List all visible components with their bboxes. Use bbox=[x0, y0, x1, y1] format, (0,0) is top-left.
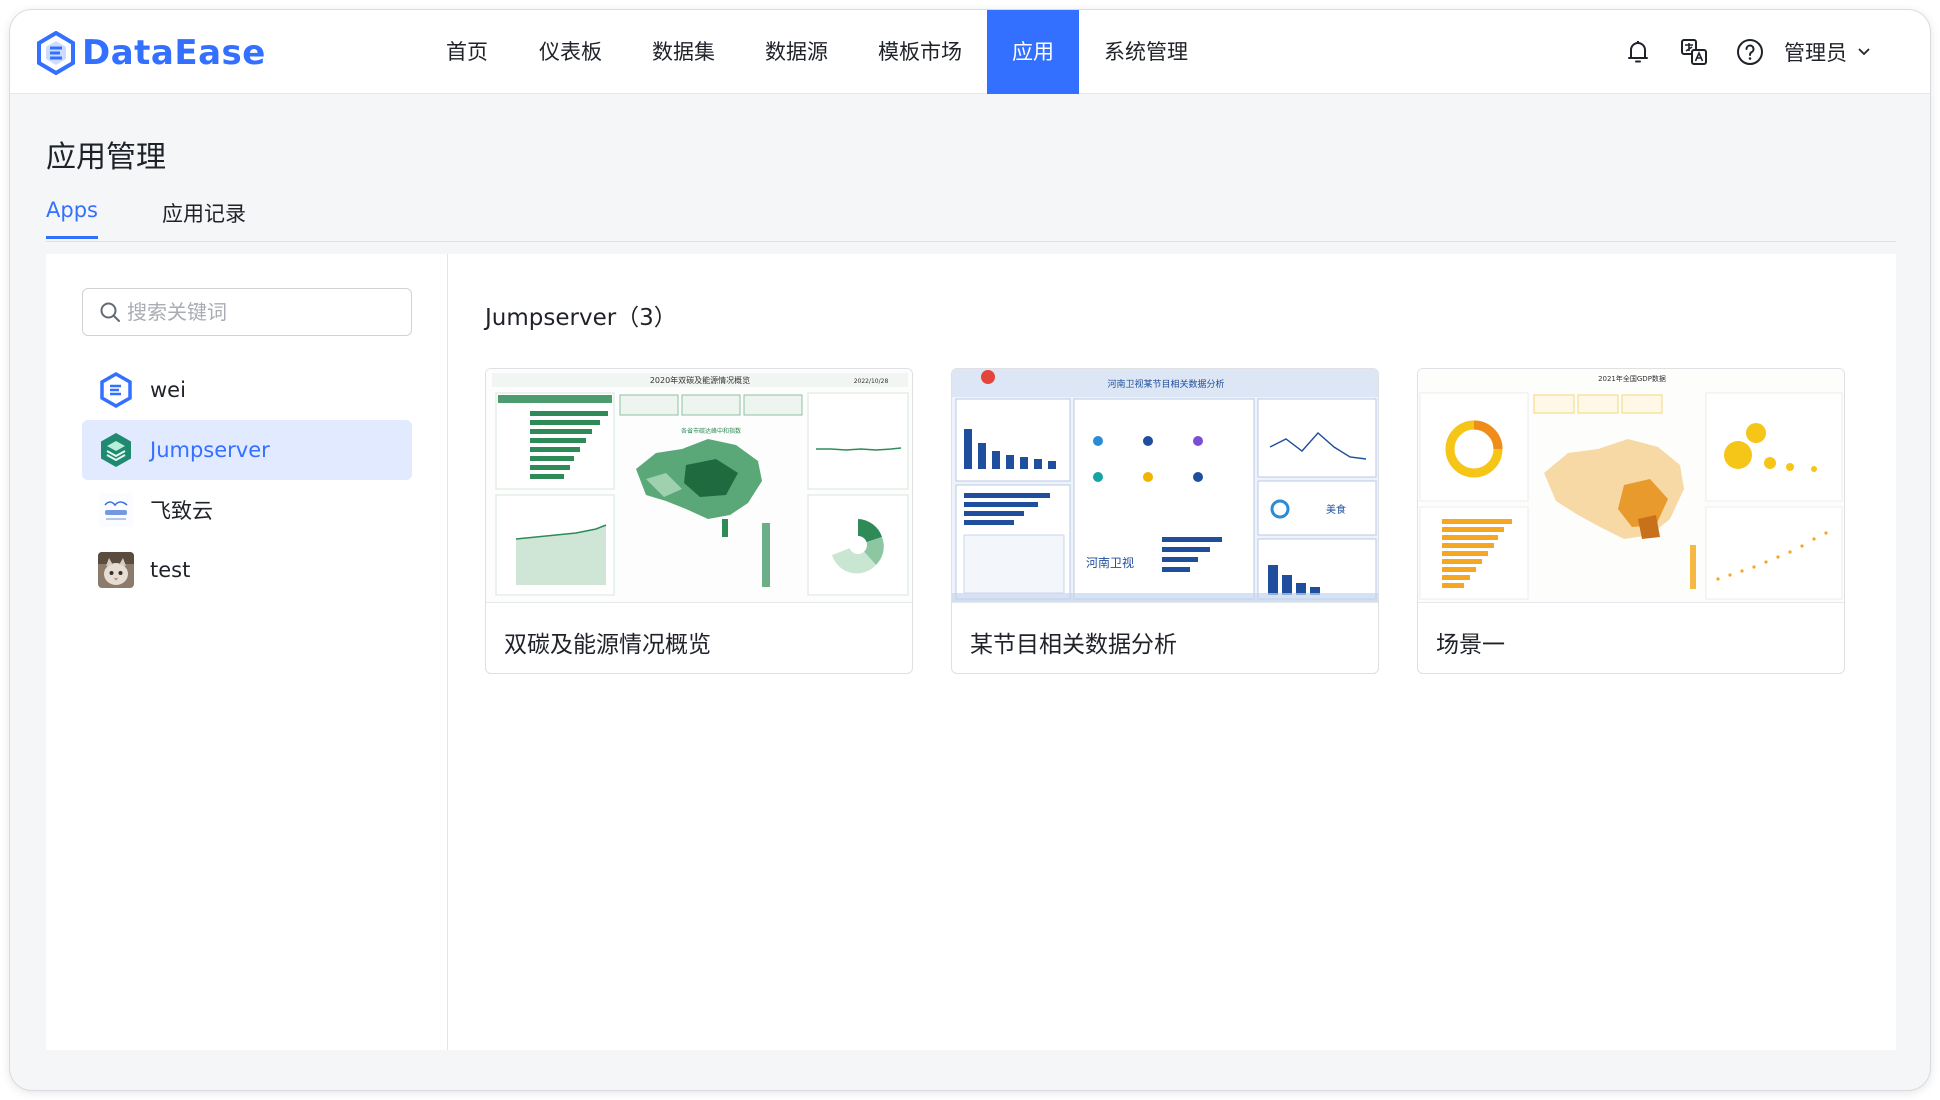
card-title: 场景一 bbox=[1436, 632, 1505, 658]
cat-photo-avatar bbox=[98, 552, 134, 588]
app-item-label: test bbox=[150, 558, 191, 582]
nav-dashboard[interactable]: 仪表板 bbox=[514, 10, 627, 94]
page-title: 应用管理 bbox=[46, 140, 166, 175]
card-title: 某节目相关数据分析 bbox=[970, 632, 1177, 658]
thumb-title: 2020年双碳及能源情况概览 bbox=[650, 375, 750, 385]
thumb-logo: 河南卫视 bbox=[1086, 555, 1134, 570]
tab-apps[interactable]: Apps bbox=[46, 198, 98, 239]
app-window: DataEase 首页 仪表板 数据集 数据源 模板市场 应用 系统管理 管理员 bbox=[10, 10, 1930, 1090]
header-tools: 管理员 bbox=[1610, 10, 1871, 94]
app-item-fit2cloud[interactable]: 飞致云 bbox=[82, 480, 412, 540]
nav-datasource[interactable]: 数据源 bbox=[740, 10, 853, 94]
top-navbar: DataEase 首页 仪表板 数据集 数据源 模板市场 应用 系统管理 管理员 bbox=[10, 10, 1930, 94]
card-title: 双碳及能源情况概览 bbox=[504, 632, 711, 658]
app-item-jumpserver[interactable]: Jumpserver bbox=[82, 420, 412, 480]
dataease-logo-icon bbox=[98, 372, 134, 408]
app-item-wei[interactable]: wei bbox=[82, 360, 412, 420]
group-title: Jumpserver（3） bbox=[485, 305, 677, 331]
bell-icon[interactable] bbox=[1610, 24, 1666, 80]
search-input[interactable] bbox=[127, 300, 387, 324]
template-cards: 2020年双碳及能源情况概览 2022/10/28 各省市碳达峰中和指数 双碳及… bbox=[485, 368, 1865, 688]
template-card[interactable]: 2021年全国GDP数据 场景一 bbox=[1417, 368, 1845, 674]
brand-logo[interactable]: DataEase bbox=[36, 28, 266, 78]
dataease-logo-icon bbox=[37, 31, 75, 75]
template-card[interactable]: 河南卫视某节目相关数据分析 河南卫视 美食 某节目相关数据分析 bbox=[951, 368, 1379, 674]
nav-system-management[interactable]: 系统管理 bbox=[1079, 10, 1213, 94]
thumb-title: 2021年全国GDP数据 bbox=[1598, 374, 1666, 383]
tab-app-records[interactable]: 应用记录 bbox=[162, 198, 246, 242]
app-templates-area: Jumpserver（3） 2020年双碳及能源情况概览 2022/10/28 bbox=[449, 254, 1896, 1050]
user-name: 管理员 bbox=[1784, 41, 1847, 65]
user-menu[interactable]: 管理员 bbox=[1784, 37, 1871, 67]
main-nav: 首页 仪表板 数据集 数据源 模板市场 应用 系统管理 bbox=[420, 10, 1213, 94]
app-item-label: wei bbox=[150, 378, 186, 402]
search-box[interactable] bbox=[82, 288, 412, 336]
fit2cloud-logo-icon bbox=[98, 492, 134, 528]
template-card[interactable]: 2020年双碳及能源情况概览 2022/10/28 各省市碳达峰中和指数 双碳及… bbox=[485, 368, 913, 674]
thumb-date: 2022/10/28 bbox=[854, 378, 889, 385]
app-item-label: 飞致云 bbox=[150, 499, 213, 523]
brand-name: DataEase bbox=[82, 33, 266, 73]
card-thumbnail: 2021年全国GDP数据 bbox=[1418, 369, 1844, 603]
content-panel: wei Jumpserver 飞致云 bbox=[46, 254, 1896, 1050]
tab-bar: Apps 应用记录 bbox=[46, 190, 1896, 242]
card-thumbnail: 河南卫视某节目相关数据分析 河南卫视 美食 bbox=[952, 369, 1378, 603]
nav-template-market[interactable]: 模板市场 bbox=[853, 10, 987, 94]
nav-dataset[interactable]: 数据集 bbox=[627, 10, 740, 94]
card-thumbnail: 2020年双碳及能源情况概览 2022/10/28 各省市碳达峰中和指数 bbox=[486, 369, 912, 603]
app-item-test[interactable]: test bbox=[82, 540, 412, 600]
help-icon[interactable] bbox=[1722, 24, 1778, 80]
app-list: wei Jumpserver 飞致云 test bbox=[82, 360, 412, 600]
thumb-tag: 美食 bbox=[1326, 503, 1346, 516]
thumb-map-title: 各省市碳达峰中和指数 bbox=[681, 427, 741, 435]
nav-home[interactable]: 首页 bbox=[420, 10, 514, 94]
thumb-title: 河南卫视某节目相关数据分析 bbox=[1107, 378, 1224, 390]
nav-apps[interactable]: 应用 bbox=[987, 10, 1079, 94]
translate-icon[interactable] bbox=[1666, 24, 1722, 80]
chevron-down-icon bbox=[1858, 48, 1870, 56]
search-icon bbox=[100, 302, 120, 322]
app-item-label: Jumpserver bbox=[150, 438, 270, 462]
jumpserver-logo-icon bbox=[98, 432, 134, 468]
app-sidebar: wei Jumpserver 飞致云 bbox=[46, 254, 448, 1050]
